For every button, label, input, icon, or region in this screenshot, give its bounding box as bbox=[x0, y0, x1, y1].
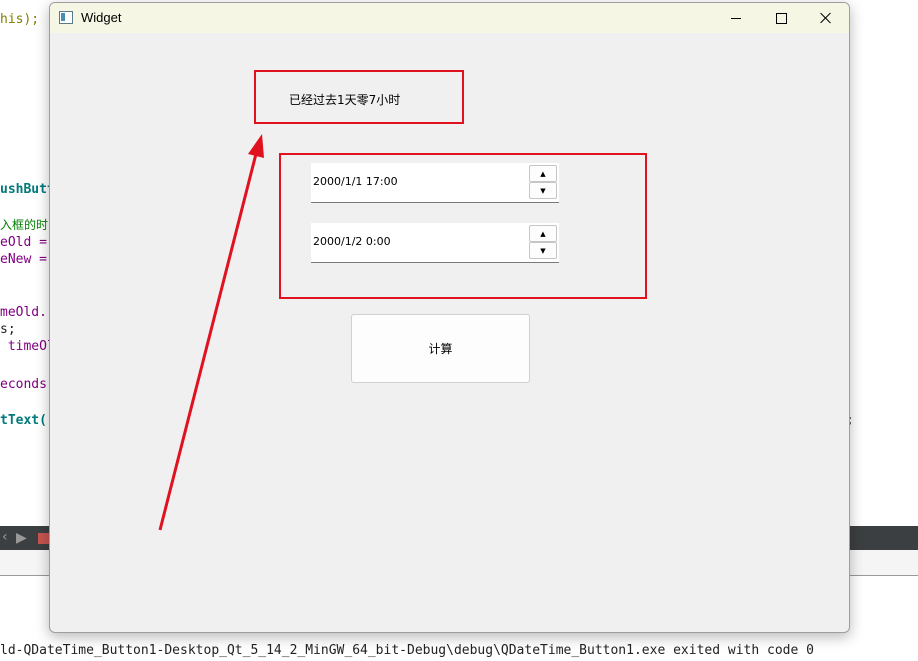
annotation-arrow-head bbox=[248, 134, 264, 158]
annotation-arrow bbox=[158, 134, 264, 531]
annotation-arrow-shaft bbox=[158, 149, 259, 531]
